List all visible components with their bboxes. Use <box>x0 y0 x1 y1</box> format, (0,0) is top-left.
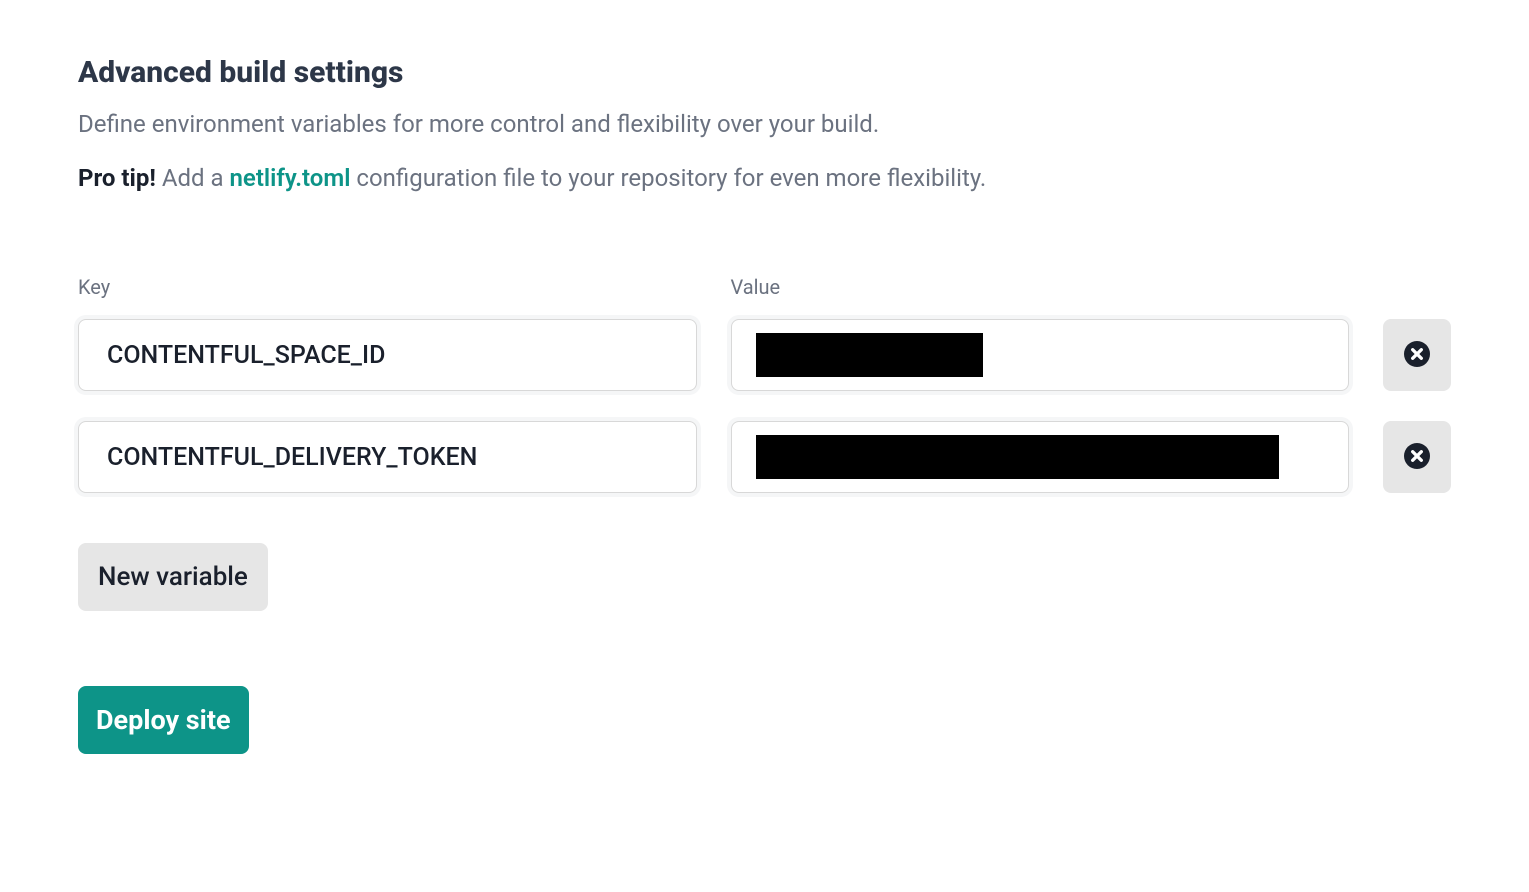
variable-key-input[interactable] <box>78 421 697 493</box>
variable-value-input[interactable] <box>731 421 1350 493</box>
value-column-label: Value <box>731 275 1350 299</box>
delete-variable-button[interactable] <box>1383 421 1451 493</box>
variable-row <box>78 421 1451 493</box>
key-column-label: Key <box>78 275 697 299</box>
section-description: Define environment variables for more co… <box>78 108 1451 142</box>
variable-row <box>78 319 1451 391</box>
close-icon <box>1404 443 1430 472</box>
variable-value-input[interactable] <box>731 319 1350 391</box>
pro-tip-text-after: configuration file to your repository fo… <box>350 164 986 192</box>
redacted-value <box>756 435 1279 479</box>
column-headers: Key Value <box>78 275 1451 309</box>
delete-variable-button[interactable] <box>1383 319 1451 391</box>
deploy-site-button[interactable]: Deploy site <box>78 686 249 754</box>
pro-tip: Pro tip! Add a netlify.toml configuratio… <box>78 162 1451 196</box>
pro-tip-label: Pro tip! <box>78 164 156 192</box>
new-variable-button[interactable]: New variable <box>78 543 268 611</box>
netlify-toml-link[interactable]: netlify.toml <box>230 164 351 192</box>
pro-tip-text-before: Add a <box>156 164 230 192</box>
section-heading: Advanced build settings <box>78 55 1451 90</box>
redacted-value <box>756 333 983 377</box>
close-icon <box>1404 341 1430 370</box>
variable-key-input[interactable] <box>78 319 697 391</box>
